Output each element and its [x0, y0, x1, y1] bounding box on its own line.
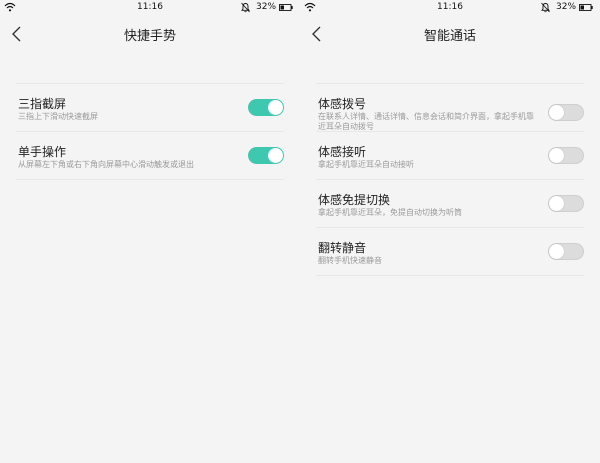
toggle-switch[interactable]: [248, 99, 284, 116]
title-bar: 智能通话: [300, 16, 600, 52]
battery-icon: [579, 4, 593, 11]
setting-description: 翻转手机快速静音: [318, 256, 382, 265]
smart-call-screen: 11:16 32% 智能通话 体感拨号 在联系人详情、通话详情、信息会话和简介界…: [300, 0, 600, 463]
quick-gestures-screen: 11:16 32% 快捷手势 三指截屏 三指上下滑动快速截屏 单手操作 从屏幕左…: [0, 0, 300, 463]
setting-name: 单手操作: [18, 145, 67, 159]
setting-description: 拿起手机靠近耳朵，免提自动切换为听筒: [318, 208, 462, 217]
settings-list: 体感拨号 在联系人详情、通话详情、信息会话和简介界面，拿起手机靠近耳朵自动拨号 …: [316, 83, 584, 276]
setting-one-hand-mode[interactable]: 单手操作 从屏幕左下角或右下角向屏幕中心滑动触发或退出: [16, 132, 284, 180]
setting-motion-answer[interactable]: 体感接听 拿起手机靠近耳朵自动接听: [316, 132, 584, 180]
status-time: 11:16: [437, 2, 463, 12]
toggle-switch[interactable]: [548, 147, 584, 164]
status-bar: 11:16 32%: [300, 0, 600, 16]
toggle-switch[interactable]: [248, 147, 284, 164]
toggle-knob: [268, 148, 283, 163]
status-bar: 11:16 32%: [0, 0, 300, 16]
setting-name: 翻转静音: [318, 241, 367, 255]
toggle-knob: [549, 148, 564, 163]
battery-percentage: 32%: [256, 2, 277, 12]
toggle-switch[interactable]: [548, 104, 584, 121]
setting-description: 在联系人详情、通话详情、信息会话和简介界面，拿起手机靠近耳朵自动拨号: [318, 112, 534, 131]
toggle-knob: [268, 100, 283, 115]
battery-percentage: 32%: [556, 2, 577, 12]
setting-motion-speaker-switch[interactable]: 体感免提切换 拿起手机靠近耳朵，免提自动切换为听筒: [316, 180, 584, 228]
setting-name: 三指截屏: [18, 97, 67, 111]
status-time: 11:16: [137, 2, 163, 12]
title-bar: 快捷手势: [0, 16, 300, 52]
setting-description: 三指上下滑动快速截屏: [18, 112, 98, 121]
mute-bell-icon: [541, 2, 550, 13]
page-title: 快捷手势: [123, 29, 176, 44]
toggle-switch[interactable]: [548, 243, 584, 260]
setting-flip-to-mute[interactable]: 翻转静音 翻转手机快速静音: [316, 228, 584, 276]
mute-bell-icon: [241, 2, 250, 13]
setting-motion-dial[interactable]: 体感拨号 在联系人详情、通话详情、信息会话和简介界面，拿起手机靠近耳朵自动拨号: [316, 84, 584, 132]
toggle-knob: [549, 196, 564, 211]
toggle-switch[interactable]: [548, 195, 584, 212]
setting-name: 体感拨号: [318, 97, 367, 111]
setting-name: 体感免提切换: [318, 193, 391, 207]
setting-description: 从屏幕左下角或右下角向屏幕中心滑动触发或退出: [18, 160, 194, 169]
toggle-knob: [549, 244, 564, 259]
setting-description: 拿起手机靠近耳朵自动接听: [318, 160, 414, 169]
setting-three-finger-screenshot[interactable]: 三指截屏 三指上下滑动快速截屏: [16, 84, 284, 132]
battery-icon: [279, 4, 293, 11]
page-title: 智能通话: [423, 29, 476, 44]
toggle-knob: [549, 105, 564, 120]
settings-list: 三指截屏 三指上下滑动快速截屏 单手操作 从屏幕左下角或右下角向屏幕中心滑动触发…: [16, 83, 284, 180]
setting-name: 体感接听: [318, 145, 367, 159]
